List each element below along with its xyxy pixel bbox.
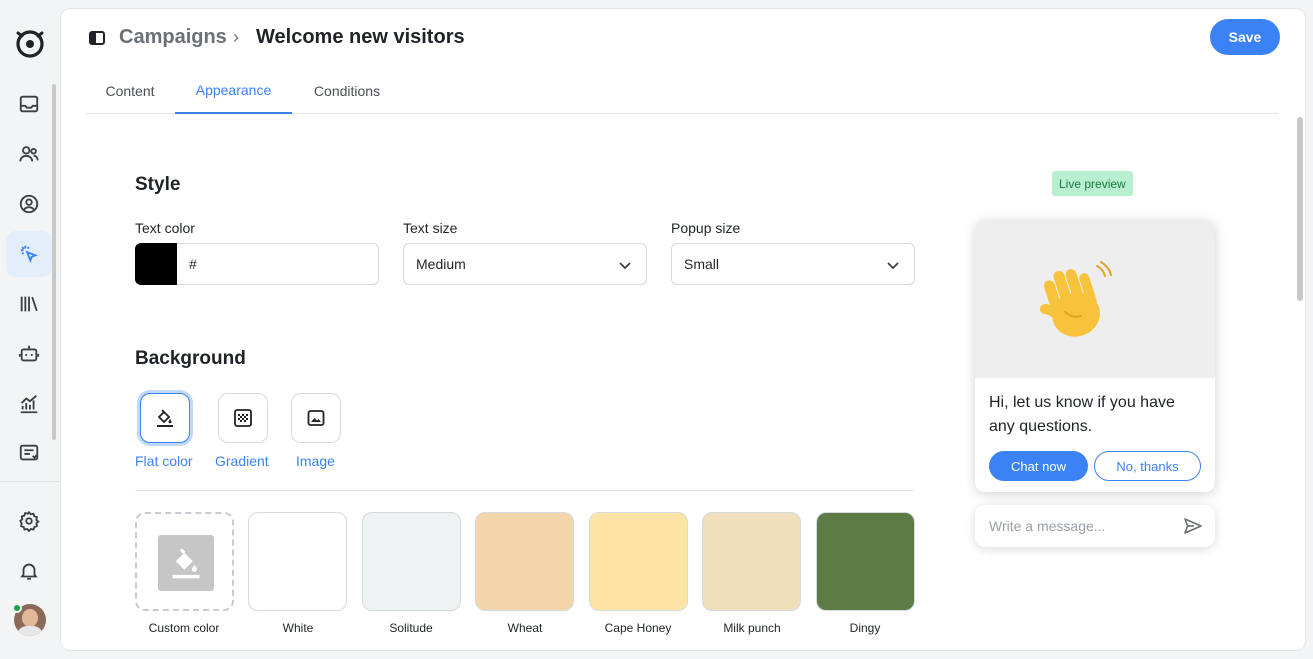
no-thanks-button[interactable]: No, thanks — [1094, 451, 1201, 481]
bot-icon — [18, 345, 40, 362]
tab-conditions[interactable]: Conditions — [292, 67, 402, 114]
swatch-cape-honey[interactable] — [589, 512, 688, 611]
nav-inbox[interactable] — [6, 81, 52, 127]
chart-icon — [20, 395, 38, 414]
text-color-input[interactable] — [177, 243, 379, 285]
form-icon — [19, 444, 39, 461]
inbox-icon — [19, 95, 39, 113]
text-size-label: Text size — [403, 220, 458, 236]
swatch-white[interactable] — [248, 512, 347, 611]
chevron-down-icon — [619, 262, 631, 270]
style-section-title: Style — [135, 174, 181, 195]
popup-size-label: Popup size — [671, 220, 741, 236]
gradient-label[interactable]: Gradient — [215, 453, 269, 469]
nav-library[interactable] — [6, 281, 52, 327]
sidebar-toggle-icon[interactable] — [89, 30, 105, 46]
save-button[interactable]: Save — [1210, 19, 1280, 55]
tab-bar: Content Appearance Conditions — [85, 67, 1279, 114]
image-icon — [307, 410, 325, 426]
gradient-icon — [234, 409, 252, 427]
content-scrollbar[interactable] — [1297, 117, 1303, 301]
preview-hero — [975, 220, 1215, 378]
nav-notifications[interactable] — [6, 548, 52, 594]
gradient-option[interactable] — [218, 393, 268, 443]
swatch-milk-punch[interactable] — [702, 512, 801, 611]
gear-icon — [19, 510, 40, 532]
preview-message-box — [975, 505, 1215, 547]
swatch-label: Dingy — [849, 621, 881, 635]
nav-divider — [0, 481, 60, 482]
preview-popup: Hi, let us know if you have any question… — [975, 220, 1215, 492]
swatch-label: Cape Honey — [604, 621, 672, 635]
swatch-label: Milk punch — [723, 621, 781, 635]
swatch-label: Wheat — [507, 621, 543, 635]
text-color-label: Text color — [135, 220, 195, 236]
text-size-value: Medium — [416, 256, 466, 272]
breadcrumb-separator: › — [233, 27, 239, 47]
section-divider — [135, 490, 915, 491]
preview-message: Hi, let us know if you have any question… — [989, 394, 1175, 435]
main-panel: Campaigns › Welcome new visitors Save Co… — [60, 8, 1306, 651]
send-icon[interactable] — [1183, 516, 1203, 536]
swatch-solitude[interactable] — [362, 512, 461, 611]
swatch-label: Custom color — [148, 621, 220, 635]
flat-color-option[interactable] — [140, 393, 190, 443]
swatch-custom-color[interactable] — [135, 512, 234, 611]
flat-color-label[interactable]: Flat color — [135, 453, 193, 469]
tab-content[interactable]: Content — [85, 67, 175, 114]
bell-icon — [20, 563, 38, 580]
chevron-down-icon — [887, 262, 899, 270]
breadcrumb-campaigns-link[interactable]: Campaigns — [119, 26, 227, 49]
popup-size-select[interactable]: Small — [671, 243, 915, 285]
swatch-label: White — [282, 621, 314, 635]
library-icon — [20, 296, 38, 312]
nav-reports[interactable] — [6, 381, 52, 427]
nav-profile[interactable] — [6, 181, 52, 227]
page-title: Welcome new visitors — [256, 26, 465, 48]
live-preview-badge: Live preview — [1052, 171, 1133, 196]
text-color-swatch[interactable] — [135, 243, 177, 285]
nav-forms[interactable] — [6, 430, 52, 476]
cursor-click-icon — [20, 245, 38, 263]
nav-bots[interactable] — [6, 331, 52, 377]
nav-settings[interactable] — [6, 498, 52, 544]
nav-contacts[interactable] — [6, 131, 52, 177]
users-icon — [19, 146, 39, 162]
paint-bucket-icon — [157, 409, 173, 427]
popup-size-value: Small — [684, 256, 720, 272]
user-circle-icon — [19, 194, 39, 214]
background-section-title: Background — [135, 348, 246, 369]
image-option[interactable] — [291, 393, 341, 443]
chat-now-button[interactable]: Chat now — [989, 451, 1088, 481]
image-label[interactable]: Image — [296, 453, 335, 469]
nav-scrollbar[interactable] — [52, 84, 56, 440]
text-size-select[interactable]: Medium — [403, 243, 647, 285]
app-logo-icon[interactable] — [12, 24, 48, 60]
swatch-dingy[interactable] — [816, 512, 915, 611]
paint-bucket-icon — [172, 548, 200, 579]
online-status-dot — [12, 603, 22, 613]
page-header: Campaigns › Welcome new visitors Save — [61, 9, 1305, 67]
tab-appearance[interactable]: Appearance — [175, 67, 292, 114]
nav-campaigns[interactable] — [6, 231, 52, 277]
swatch-wheat[interactable] — [475, 512, 574, 611]
nav-rail — [0, 0, 60, 659]
swatch-label: Solitude — [389, 621, 433, 635]
waving-hand-icon — [1039, 261, 1112, 337]
message-input[interactable] — [989, 505, 1169, 547]
